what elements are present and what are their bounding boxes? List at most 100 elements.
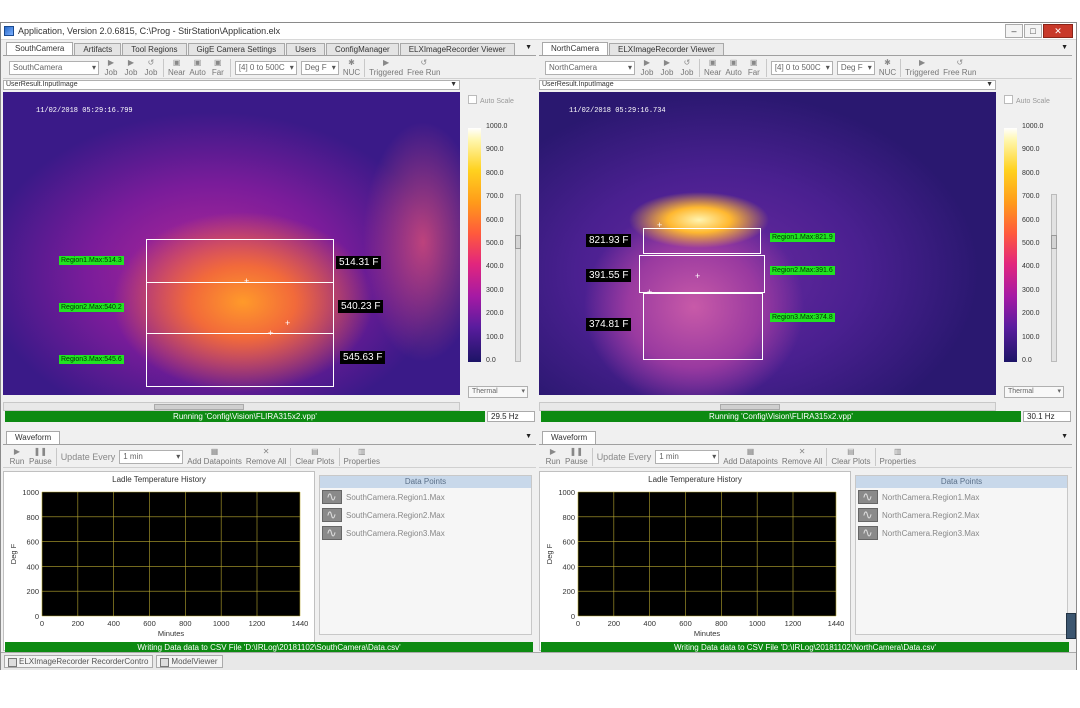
tab-menu-icon[interactable]: ▼ — [1061, 44, 1068, 51]
tab-elximagerecorder-viewer[interactable]: ELXImageRecorder Viewer — [399, 43, 515, 55]
region1-box[interactable] — [643, 228, 761, 254]
nuc-button[interactable]: ✱ NUC — [879, 58, 896, 77]
palette-select[interactable]: Thermal — [468, 386, 528, 398]
tab-tool-regions[interactable]: Tool Regions — [122, 43, 187, 55]
region3-box[interactable] — [643, 293, 763, 360]
slider-thumb[interactable] — [515, 235, 521, 249]
list-item[interactable]: SouthCamera.Region1.Max — [320, 488, 531, 506]
tab-users[interactable]: Users — [286, 43, 325, 55]
job-button-3[interactable]: ↺ Job — [143, 58, 159, 77]
near-button[interactable]: ▣ Near — [704, 58, 721, 77]
run-button[interactable]: ▶ Run — [9, 447, 25, 466]
scale-tick-label: 300.0 — [486, 286, 504, 294]
triggered-button[interactable]: ▶ Triggered — [369, 58, 403, 77]
region1-label: Region1.Max:514.3 — [59, 256, 124, 265]
hscroll-thumb[interactable] — [154, 404, 244, 410]
x-tick-label: 600 — [679, 619, 692, 628]
clear-plots-button[interactable]: ▤ Clear Plots — [295, 447, 334, 466]
job-button-1[interactable]: ▶ Job — [103, 58, 119, 77]
job-button-1[interactable]: ▶ Job — [639, 58, 655, 77]
side-panel-icon[interactable] — [1066, 613, 1076, 639]
tab-modelviewer[interactable]: ModelViewer — [156, 655, 223, 668]
x-tick-label: 1200 — [785, 619, 802, 628]
maximize-button[interactable]: □ — [1024, 24, 1042, 38]
plot-area — [42, 492, 300, 616]
hscroll-thumb[interactable] — [720, 404, 780, 410]
minimize-button[interactable]: – — [1005, 24, 1023, 38]
north-thermal-image[interactable]: 11/02/2018 05:29:16.734 + + + Region1.Ma… — [539, 92, 996, 395]
list-item[interactable]: SouthCamera.Region3.Max — [320, 524, 531, 542]
range-select[interactable]: [4] 0 to 500C — [770, 60, 833, 75]
tab-menu-icon[interactable]: ▼ — [525, 433, 532, 440]
properties-button[interactable]: ▥ Properties — [344, 447, 380, 466]
list-item[interactable]: NorthCamera.Region2.Max — [856, 506, 1067, 524]
region1-box[interactable] — [146, 239, 334, 283]
add-datapoints-button[interactable]: ▦ Add Datapoints — [723, 447, 778, 466]
region2-box[interactable] — [639, 255, 765, 293]
camera-select[interactable]: NorthCamera — [545, 60, 635, 75]
tab-southcamera[interactable]: SouthCamera — [6, 42, 74, 55]
add-datapoints-button[interactable]: ▦ Add Datapoints — [187, 447, 242, 466]
auto-scale-checkbox[interactable]: Auto Scale — [1004, 95, 1050, 105]
nuc-button[interactable]: ✱ NUC — [343, 58, 360, 77]
tab-configmanager[interactable]: ConfigManager — [326, 43, 399, 55]
far-button[interactable]: ▣ Far — [210, 58, 226, 77]
far-button[interactable]: ▣ Far — [746, 58, 762, 77]
clear-plots-button[interactable]: ▤ Clear Plots — [831, 447, 870, 466]
run-button[interactable]: ▶ Run — [545, 447, 561, 466]
camera-select[interactable]: SouthCamera — [9, 60, 99, 75]
units-select[interactable]: Deg F — [300, 60, 339, 75]
job-button-3[interactable]: ↺ Job — [679, 58, 695, 77]
x-tick-label: 1440 — [292, 619, 309, 628]
tab-menu-icon[interactable]: ▼ — [1061, 433, 1068, 440]
tab-elximagerecorder-recordercontrol[interactable]: ELXImageRecorder RecorderContro — [4, 655, 154, 668]
job-button-2[interactable]: ▶ Job — [123, 58, 139, 77]
properties-button[interactable]: ▥ Properties — [880, 447, 916, 466]
auto-button[interactable]: ▣ Auto — [189, 58, 205, 77]
region1-temp: 821.93 F — [586, 234, 632, 247]
auto-scale-checkbox[interactable]: Auto Scale — [468, 95, 514, 105]
remove-all-button[interactable]: ✕ Remove All — [782, 447, 822, 466]
slider-thumb[interactable] — [1051, 235, 1057, 249]
job-button-2[interactable]: ▶ Job — [659, 58, 675, 77]
south-temperature-chart[interactable]: Ladle Temperature History 0 200 400 600 800 1… — [3, 471, 315, 651]
toolbar-separator — [163, 58, 164, 77]
tab-waveform[interactable]: Waveform — [6, 431, 61, 444]
region3-box[interactable] — [146, 333, 334, 387]
range-select[interactable]: [4] 0 to 500C — [234, 60, 297, 75]
palette-select[interactable]: Thermal — [1004, 386, 1064, 398]
image-hscrollbar[interactable] — [539, 402, 996, 411]
tab-waveform[interactable]: Waveform — [542, 431, 597, 444]
north-temperature-chart[interactable]: Ladle Temperature History 0 200 400 600 800 1… — [539, 471, 851, 651]
tab-menu-icon[interactable]: ▼ — [525, 44, 532, 51]
pause-button[interactable]: ❚❚ Pause — [29, 447, 52, 466]
free-run-button[interactable]: ↺ Free Run — [943, 58, 976, 77]
pause-button[interactable]: ❚❚ Pause — [565, 447, 588, 466]
tab-artifacts[interactable]: Artifacts — [74, 43, 122, 55]
list-item[interactable]: NorthCamera.Region3.Max — [856, 524, 1067, 542]
region3-label: Region3.Max:545.6 — [59, 355, 124, 364]
free-run-button[interactable]: ↺ Free Run — [407, 58, 440, 77]
list-item[interactable]: SouthCamera.Region2.Max — [320, 506, 531, 524]
list-item[interactable]: NorthCamera.Region1.Max — [856, 488, 1067, 506]
triggered-button[interactable]: ▶ Triggered — [905, 58, 939, 77]
tab-northcamera[interactable]: NorthCamera — [542, 42, 609, 55]
near-button[interactable]: ▣ Near — [168, 58, 185, 77]
update-interval-select[interactable]: 1 min — [655, 449, 720, 464]
auto-button[interactable]: ▣ Auto — [725, 58, 741, 77]
play-icon: ▶ — [383, 58, 390, 67]
south-thermal-image[interactable]: 11/02/2018 05:29:16.799 + + + Region1.Ma… — [3, 92, 460, 395]
remove-all-button[interactable]: ✕ Remove All — [246, 447, 286, 466]
tab-gige-camera-settings[interactable]: GigE Camera Settings — [187, 43, 286, 55]
image-source-select[interactable]: UserResult.InputImage ▼ — [539, 80, 996, 90]
image-hscrollbar[interactable] — [3, 402, 460, 411]
units-select[interactable]: Deg F — [836, 60, 875, 75]
focus-far-icon: ▣ — [750, 58, 758, 67]
close-button[interactable]: ✕ — [1043, 24, 1073, 38]
scale-range-slider[interactable] — [1051, 194, 1057, 362]
region2-box[interactable] — [146, 282, 334, 334]
tab-elximagerecorder-viewer[interactable]: ELXImageRecorder Viewer — [609, 43, 724, 55]
image-source-select[interactable]: UserResult.InputImage ▼ — [3, 80, 460, 90]
scale-range-slider[interactable] — [515, 194, 521, 362]
update-interval-select[interactable]: 1 min — [119, 449, 184, 464]
